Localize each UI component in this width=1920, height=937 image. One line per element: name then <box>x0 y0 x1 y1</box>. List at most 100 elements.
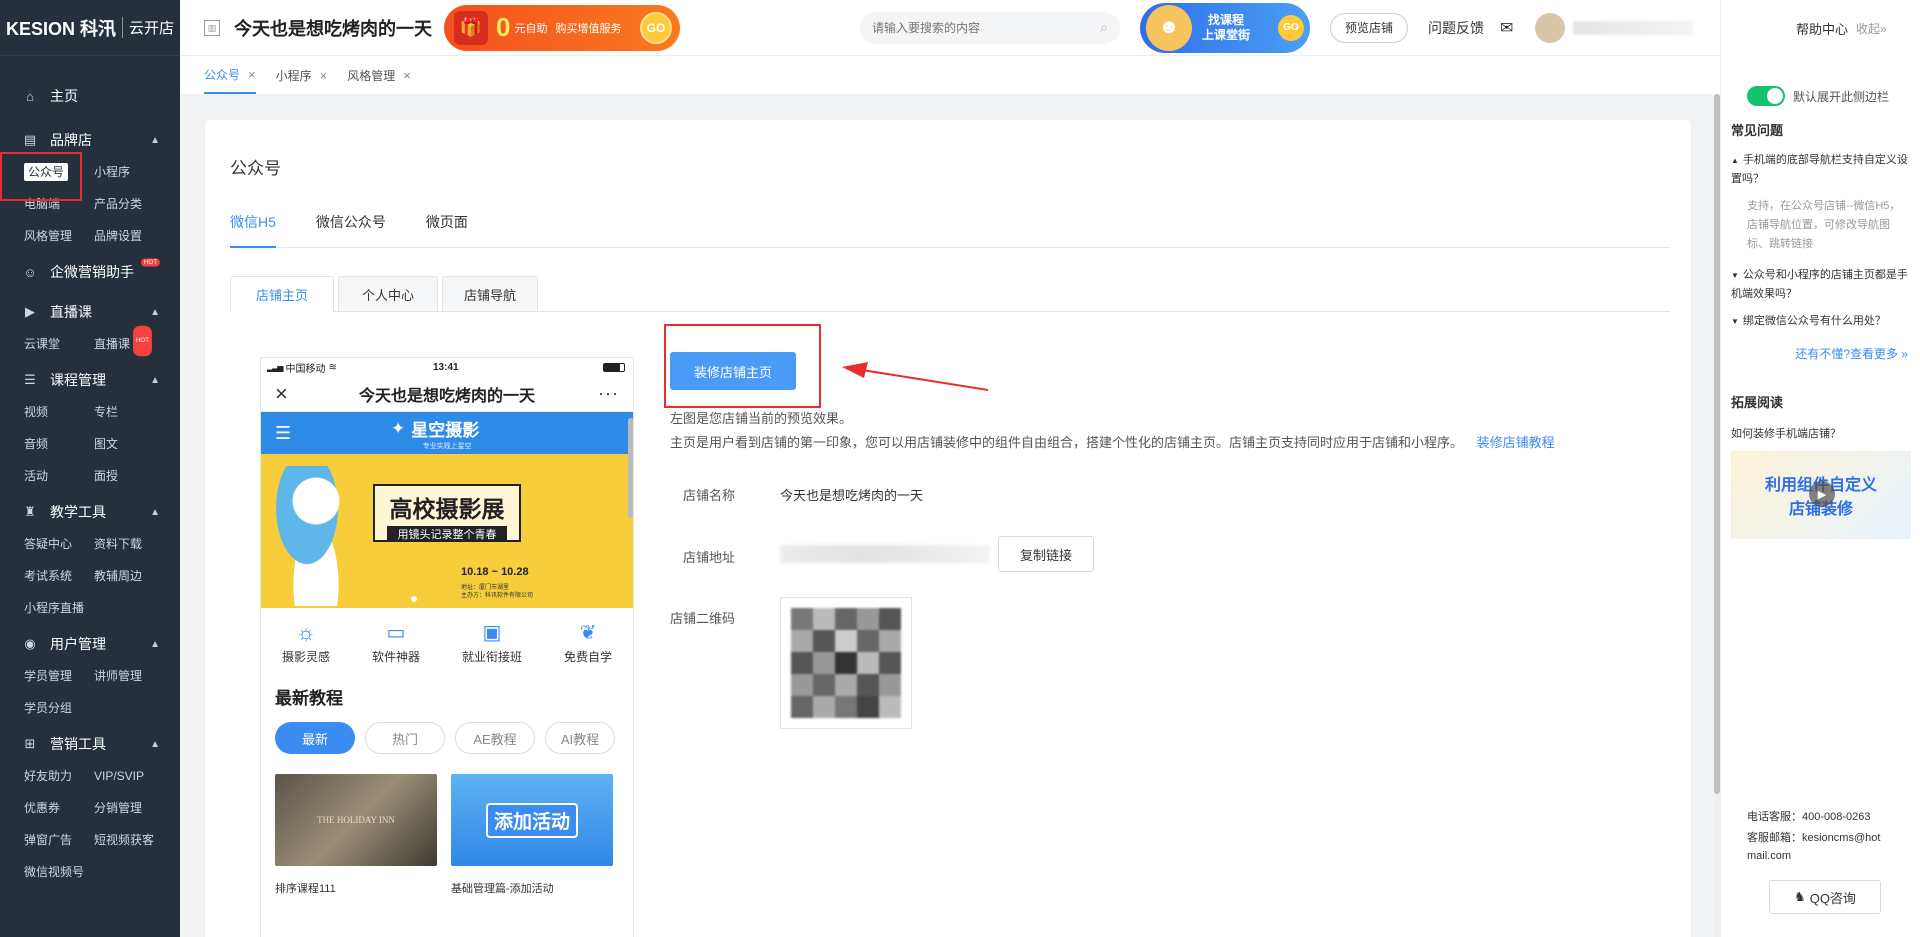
collapse-link[interactable]: 收起» <box>1856 20 1887 37</box>
sidebar-item-cloud-class[interactable]: 云课堂 <box>24 328 94 360</box>
boxtab-store-nav[interactable]: 店铺导航 <box>442 276 538 312</box>
sidebar-item-student-groups[interactable]: 学员分组 <box>24 692 94 724</box>
close-icon[interactable]: × <box>320 68 328 83</box>
sidebar-section-marketing[interactable]: ⊞ 营销工具 ▲ <box>0 728 180 760</box>
icon-entry[interactable]: ❦ 免费自学 <box>564 620 612 684</box>
sidebar-item-coupon[interactable]: 优惠券 <box>24 792 94 824</box>
banner-line2: 上课堂街 <box>1202 27 1251 42</box>
sidebar-item-popup-ad[interactable]: 弹窗广告 <box>24 824 94 856</box>
search-icon[interactable]: ⌕ <box>1100 19 1108 36</box>
sidebar-item-column[interactable]: 专栏 <box>94 396 164 428</box>
store-addr-blurred <box>780 545 990 563</box>
hot-badge: HOT <box>141 258 160 267</box>
phone-title: 今天也是想吃烤肉的一天 <box>358 387 535 405</box>
sidebar-section-label: 课程管理 <box>50 372 106 388</box>
icon-label: 软件神器 <box>371 650 420 664</box>
faq-item[interactable]: ▲ 手机端的底部导航栏支持自定义设置吗？ <box>1731 151 1908 189</box>
preview-store-button[interactable]: 预览店铺 <box>1330 12 1409 43</box>
sidebar-section-teaching[interactable]: ♜ 教学工具 ▲ <box>0 496 180 528</box>
feedback-link[interactable]: 问题反馈 <box>1428 18 1484 38</box>
sidebar-item-vip[interactable]: VIP/SVIP <box>94 760 164 792</box>
home-desc: 主页是用户看到店铺的第一印象，您可以用店铺装修中的组件自由组合，搭建个性化的店铺… <box>670 432 1555 451</box>
close-icon[interactable]: × <box>248 67 256 82</box>
filter-ai[interactable]: AI教程 <box>545 722 615 754</box>
more-icon[interactable]: ··· <box>598 383 619 404</box>
avatar[interactable] <box>1535 12 1566 43</box>
sidebar-item-event[interactable]: 活动 <box>24 460 94 492</box>
tab-gongzhonghao[interactable]: 公众号 × <box>204 56 256 94</box>
sidebar-item-article[interactable]: 图文 <box>94 428 164 460</box>
qr-code-blurred <box>780 597 912 729</box>
sidebar-item-students[interactable]: 学员管理 <box>24 660 94 692</box>
icon-entry[interactable]: ▣ 就业衔接班 <box>462 620 522 684</box>
faq-item[interactable]: ▼ 绑定微信公众号有什么用处？ <box>1731 312 1908 331</box>
sidebar-item-qa[interactable]: 答疑中心 <box>24 528 94 560</box>
carrier: 中国移动 <box>285 363 326 375</box>
copy-link-button[interactable]: 复制链接 <box>998 536 1094 572</box>
sidebar-item-friend-help[interactable]: 好友助力 <box>24 760 94 792</box>
icon-entry[interactable]: ☼ 摄影灵感 <box>282 620 330 684</box>
username-blurred <box>1573 20 1694 35</box>
subtab-micro-page[interactable]: 微页面 <box>426 212 468 247</box>
menu-icon[interactable]: ☰ <box>275 423 291 444</box>
default-expand-toggle[interactable] <box>1747 86 1785 106</box>
filter-latest[interactable]: 最新 <box>275 722 355 754</box>
decorate-home-button[interactable]: 装修店铺主页 <box>670 352 796 390</box>
phone-banner[interactable]: 高校摄影展 用镜头记录整个青春 10.18 ~ 10.28 地址：厦门市湖里 主… <box>261 454 633 608</box>
boxtab-store-home[interactable]: 店铺主页 <box>230 276 334 313</box>
mascot-icon: ☻ <box>1146 4 1192 51</box>
mail-icon[interactable]: ✉ <box>1500 18 1513 38</box>
sidebar-item-audio[interactable]: 音频 <box>24 428 94 460</box>
sidebar-item-live-class[interactable]: 直播课 HOT <box>94 325 164 360</box>
banner-go-button[interactable]: GO <box>1278 14 1304 41</box>
close-icon[interactable]: × <box>403 68 411 83</box>
tab-style[interactable]: 风格管理 × <box>347 56 411 94</box>
search-input[interactable] <box>872 20 1101 35</box>
sidebar-item-distribution[interactable]: 分销管理 <box>94 792 164 824</box>
course-street-banner[interactable]: ☻ 找课程 上课堂街 GO <box>1140 2 1310 53</box>
close-icon[interactable]: × <box>275 381 288 407</box>
sidebar-item-download[interactable]: 资料下载 <box>94 528 164 560</box>
monitor-icon: ▭ <box>386 622 406 644</box>
boxtab-personal-center[interactable]: 个人中心 <box>338 276 438 312</box>
sidebar-section-live[interactable]: ▶ 直播课 ▲ <box>0 296 180 328</box>
filter-ae[interactable]: AE教程 <box>455 722 535 754</box>
tab-label: 公众号 <box>204 67 241 82</box>
sidebar-item-channels[interactable]: 微信视频号 <box>24 856 94 888</box>
tab-label: 小程序 <box>275 68 312 83</box>
tab-miniprogram[interactable]: 小程序 × <box>276 56 328 94</box>
sidebar-section-users[interactable]: ◉ 用户管理 ▲ <box>0 628 180 660</box>
sidebar-item-teachers[interactable]: 讲师管理 <box>94 660 164 692</box>
subtab-official-account[interactable]: 微信公众号 <box>316 212 386 247</box>
filter-hot[interactable]: 热门 <box>365 722 445 754</box>
course-card[interactable]: THE HOLIDAY INN 排序课程111 <box>275 774 437 896</box>
sidebar-item-brand-settings[interactable]: 品牌设置 <box>94 220 164 252</box>
phone-scrollbar[interactable] <box>628 418 633 518</box>
subtab-h5[interactable]: 微信H5 <box>230 212 276 248</box>
promo-banner[interactable]: 🎁 0 元自助 购买增值服务 GO <box>444 4 680 51</box>
sidebar-item-materials[interactable]: 教辅周边 <box>94 560 164 592</box>
icon-entry[interactable]: ▭ 软件神器 <box>372 620 420 684</box>
sidebar-item-short-video[interactable]: 短视频获客 <box>94 824 164 856</box>
promo-go-button[interactable]: GO <box>640 11 672 44</box>
qq-consult-button[interactable]: ♞ QQ咨询 <box>1769 880 1881 914</box>
ext-reading-item[interactable]: 如何装修手机端店铺？ <box>1731 425 1920 441</box>
search-box[interactable]: ⌕ <box>860 11 1120 44</box>
tutorial-link[interactable]: 装修店铺教程 <box>1477 435 1555 450</box>
sidebar-item-exam[interactable]: 考试系统 <box>24 560 94 592</box>
sidebar-item-home[interactable]: ⌂ 主页 <box>0 80 180 112</box>
sidebar-item-video[interactable]: 视频 <box>24 396 94 428</box>
course-card[interactable]: 添加活动 基础管理篇-添加活动 <box>451 774 613 896</box>
more-faq-link[interactable]: 还有不懂?查看更多 » <box>1721 345 1908 362</box>
sidebar-item-product-category[interactable]: 产品分类 <box>94 188 164 220</box>
ext-video-thumb[interactable]: 利用组件自定义 店铺装修 ▶ <box>1731 451 1911 539</box>
sidebar-section-wecom[interactable]: ☺ 企微营销助手 HOT <box>0 256 180 288</box>
sidebar-item-offline[interactable]: 面授 <box>94 460 164 492</box>
caret-up-icon: ▲ <box>1731 156 1739 165</box>
sidebar-item-mini-live[interactable]: 小程序直播 <box>24 592 94 624</box>
sidebar-item-miniprogram[interactable]: 小程序 <box>94 156 164 188</box>
sidebar-section-course[interactable]: ☰ 课程管理 ▲ <box>0 364 180 396</box>
faq-item[interactable]: ▼ 公众号和小程序的店铺主页都是手机端效果吗？ <box>1731 266 1908 304</box>
brand-logo[interactable]: KESION 科汛 云开店 <box>0 0 180 56</box>
sidebar-item-style[interactable]: 风格管理 <box>24 220 94 252</box>
